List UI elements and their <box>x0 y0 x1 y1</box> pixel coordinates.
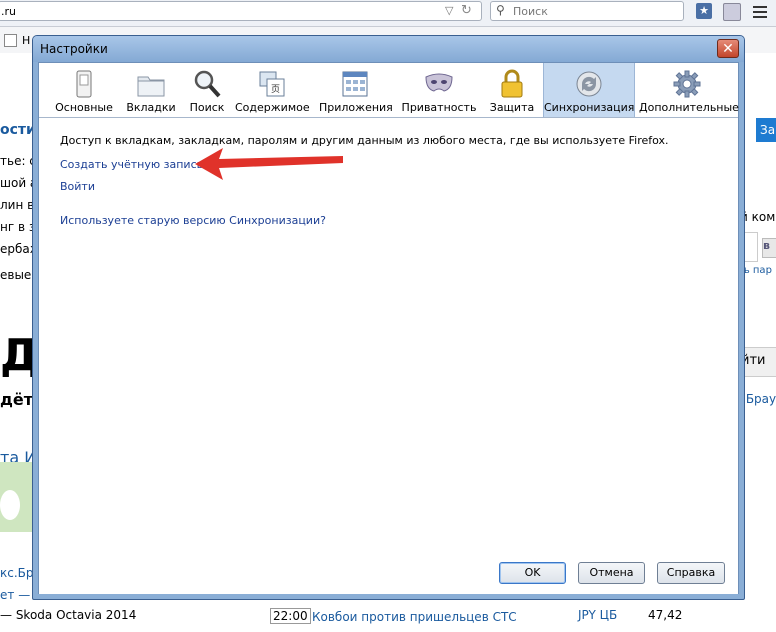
sync-intro-text: Доступ к вкладкам, закладкам, паролям и … <box>60 134 669 147</box>
bg-button: в <box>762 238 776 258</box>
bg-text: й ком <box>740 210 776 224</box>
mask-icon <box>425 73 453 92</box>
bg-time: 22:00 <box>270 608 311 624</box>
tab-tabs[interactable]: Вкладки <box>121 63 181 117</box>
tab-label: Дополнительные <box>639 101 739 114</box>
tab-advanced[interactable]: Дополнительные <box>639 63 739 117</box>
bg-text: евые <box>0 268 32 282</box>
tab-search[interactable]: Поиск <box>185 63 229 117</box>
svg-text:页: 页 <box>271 84 280 95</box>
applications-icon <box>342 71 368 97</box>
url-dropdown-icon[interactable]: ▽ <box>445 4 453 17</box>
content-icon: 页 <box>259 71 285 97</box>
search-placeholder: Поиск <box>513 5 548 18</box>
cancel-button[interactable]: Отмена <box>578 562 645 584</box>
bg-link: кс.Бр <box>0 566 34 580</box>
bg-button: За <box>756 118 776 142</box>
bookmark-checkbox[interactable] <box>4 34 17 47</box>
browser-toolbar: .ru ▽ ↻ ⚲ Поиск ★ <box>0 0 776 27</box>
close-icon: ✕ <box>722 41 734 57</box>
folder-tabs-icon <box>137 76 165 97</box>
bookmark-star-icon[interactable]: ★ <box>696 3 712 19</box>
tab-label: Приватность <box>401 101 477 114</box>
settings-dialog: Настройки ✕ Основные Вкладки Поиск 页 Сод… <box>32 35 745 600</box>
bg-text: нг в з <box>0 220 36 234</box>
bg-text: — Skoda Octavia 2014 <box>0 608 137 622</box>
pane-toolbar: Основные Вкладки Поиск 页 Содержимое Прил… <box>39 63 739 118</box>
bg-text: тье: с <box>0 154 36 168</box>
sync-pane: Доступ к вкладкам, закладкам, паролям и … <box>39 118 738 594</box>
bookmark-item[interactable]: Н <box>22 34 30 47</box>
ok-button[interactable]: OK <box>499 562 566 584</box>
bg-text: ости <box>0 122 36 138</box>
tab-label: Защита <box>489 101 535 114</box>
tab-label: Основные <box>55 101 113 114</box>
gear-icon <box>673 70 701 98</box>
tab-label: Приложения <box>319 101 393 114</box>
bg-currency: JPY ЦБ <box>578 608 618 622</box>
menu-icon[interactable] <box>752 3 768 19</box>
bg-link: ет — <box>0 588 31 602</box>
magnifier-icon <box>194 70 221 98</box>
tab-label: Синхронизация <box>544 101 635 114</box>
tab-label: Поиск <box>189 101 225 114</box>
bg-text: лин в <box>0 198 35 212</box>
tab-label: Вкладки <box>126 101 176 114</box>
bg-image-shape <box>0 490 20 520</box>
bg-link: .Брау <box>742 392 776 406</box>
switch-icon <box>76 70 92 98</box>
clipboard-icon[interactable] <box>723 3 741 21</box>
search-icon: ⚲ <box>496 3 505 17</box>
create-account-link[interactable]: Создать учётную запись <box>60 158 203 171</box>
dialog-body: Основные Вкладки Поиск 页 Содержимое Прил… <box>38 62 739 594</box>
dialog-titlebar[interactable]: Настройки ✕ <box>33 36 744 62</box>
close-button[interactable]: ✕ <box>717 39 739 58</box>
sync-icon <box>576 71 602 97</box>
url-text: .ru <box>1 5 16 18</box>
bg-text: дёт <box>0 390 34 409</box>
sign-in-link[interactable]: Войти <box>60 180 95 193</box>
tab-privacy[interactable]: Приватность <box>401 63 477 117</box>
bg-link: Ковбои против пришельцев СТС <box>312 610 517 624</box>
search-input[interactable]: ⚲ Поиск <box>490 1 684 21</box>
bg-rate: 47,42 <box>648 608 683 622</box>
refresh-icon[interactable]: ↻ <box>461 3 472 18</box>
tab-label: Содержимое <box>235 101 310 114</box>
tab-general[interactable]: Основные <box>51 63 117 117</box>
url-bar[interactable]: .ru ▽ ↻ <box>0 1 482 21</box>
padlock-icon <box>501 69 523 98</box>
annotation-arrow <box>195 148 343 180</box>
tab-sync[interactable]: Синхронизация <box>543 63 635 117</box>
tab-applications[interactable]: Приложения <box>319 63 393 117</box>
dialog-title: Настройки <box>40 42 108 56</box>
old-sync-version-link[interactable]: Используете старую версию Синхронизации? <box>60 214 326 227</box>
tab-security[interactable]: Защита <box>487 63 537 117</box>
tab-content[interactable]: 页 Содержимое <box>235 63 310 117</box>
help-button[interactable]: Справка <box>657 562 725 584</box>
